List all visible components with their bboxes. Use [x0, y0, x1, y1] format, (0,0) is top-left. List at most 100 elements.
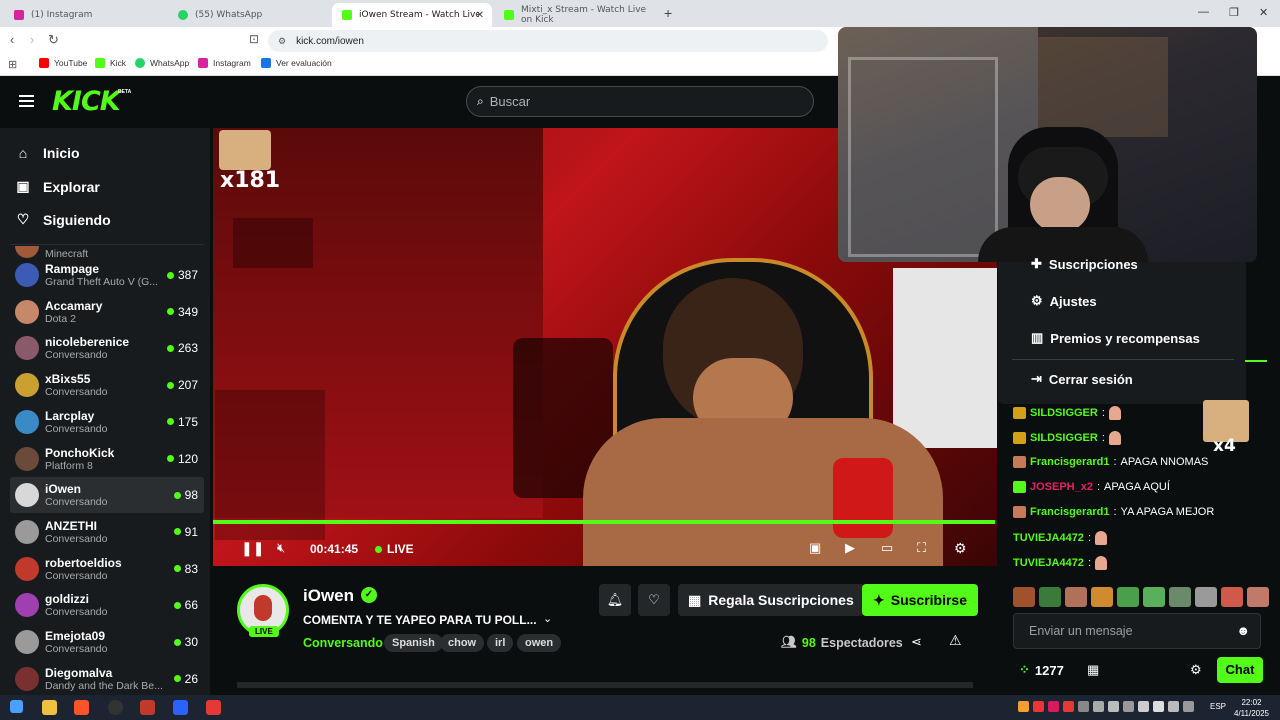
- emote-icon[interactable]: [1221, 587, 1243, 607]
- file-explorer-icon[interactable]: [42, 700, 57, 715]
- sidebar-channel[interactable]: robertoeldios Conversando 83: [10, 551, 204, 587]
- sidebar-channel[interactable]: nicoleberenice Conversando 263: [10, 330, 204, 366]
- emote-icon[interactable]: [1117, 587, 1139, 607]
- bookmark-whatsapp[interactable]: WhatsApp: [135, 58, 189, 68]
- emote-icon[interactable]: [1065, 587, 1087, 607]
- emote-icon[interactable]: [1247, 587, 1269, 607]
- notification-bell-button[interactable]: 🔔︎: [599, 584, 631, 616]
- app-icon[interactable]: [173, 700, 188, 715]
- tray-icon[interactable]: [1183, 701, 1194, 712]
- subscribe-button[interactable]: ✦ Suscribirse: [862, 584, 978, 616]
- menu-icon[interactable]: [19, 95, 34, 107]
- channel-points[interactable]: ⁘ 1277: [1019, 662, 1064, 678]
- tray-icon[interactable]: [1168, 701, 1179, 712]
- minimize-icon[interactable]: —: [1198, 6, 1209, 18]
- follow-heart-button[interactable]: ♡: [638, 584, 670, 616]
- tray-icon[interactable]: [1153, 701, 1164, 712]
- bookmark-kick[interactable]: Kick: [95, 58, 126, 68]
- menu-item-cerrar-sesion[interactable]: ⇥ Cerrar sesión: [1031, 371, 1133, 387]
- stream-category[interactable]: Conversando: [303, 636, 383, 650]
- sidebar-channel[interactable]: xBixs55 Conversando 207: [10, 367, 204, 403]
- chat-username[interactable]: SILDSIGGER: [1030, 407, 1098, 419]
- menu-item-suscripciones[interactable]: ✚ Suscripciones: [1031, 256, 1138, 272]
- settings-icon[interactable]: ⚙: [954, 540, 967, 557]
- sidebar-channel[interactable]: Rampage Grand Theft Auto V (G... 387: [10, 257, 204, 293]
- share-icon[interactable]: ⋖: [911, 634, 922, 650]
- close-tab-icon[interactable]: ✕: [476, 10, 484, 21]
- bookmark-evaluacion[interactable]: Ver evaluación: [261, 58, 332, 68]
- tray-icon[interactable]: [1138, 701, 1149, 712]
- forward-icon[interactable]: ›: [30, 32, 34, 47]
- fullscreen-icon[interactable]: ⛶: [917, 540, 926, 556]
- tray-icon[interactable]: [1123, 701, 1134, 712]
- progress-bar[interactable]: [213, 520, 997, 524]
- streamer-name[interactable]: iOwen: [303, 586, 354, 606]
- windows-start-icon[interactable]: [10, 700, 23, 713]
- sidebar-channel[interactable]: goldizzi Conversando 66: [10, 587, 204, 623]
- tab-whatsapp[interactable]: (55) WhatsApp: [168, 3, 332, 27]
- tray-icon[interactable]: [1108, 701, 1119, 712]
- emote-icon[interactable]: [1039, 587, 1061, 607]
- url-field[interactable]: ⚙ kick.com/iowen: [268, 30, 828, 52]
- gift-icon[interactable]: ▦: [1087, 662, 1099, 678]
- sidebar-channel[interactable]: Accamary Dota 2 349: [10, 294, 204, 330]
- chat-username[interactable]: SILDSIGGER: [1030, 432, 1098, 444]
- tray-icon[interactable]: [1018, 701, 1029, 712]
- kick-logo[interactable]: KICK: [52, 86, 121, 117]
- gift-subs-button[interactable]: ▦ Regala Suscripciones: [678, 584, 864, 616]
- nav-explorar[interactable]: ▣ Explorar: [16, 178, 99, 195]
- brave-browser-icon[interactable]: [74, 700, 89, 715]
- tag-chip[interactable]: chow: [440, 634, 485, 652]
- tray-icon[interactable]: [1063, 701, 1074, 712]
- search-input[interactable]: ⌕ Buscar: [466, 86, 814, 117]
- back-icon[interactable]: ‹: [10, 32, 14, 47]
- emote-icon[interactable]: [1195, 587, 1217, 607]
- picture-in-picture-icon[interactable]: ▣: [809, 540, 821, 556]
- app-icon[interactable]: [206, 700, 221, 715]
- chat-username[interactable]: TUVIEJA4472: [1013, 557, 1084, 569]
- menu-item-premios[interactable]: ▥ Premios y recompensas: [1031, 330, 1200, 346]
- tab-iowen[interactable]: iOwen Stream - Watch Live on Ki ✕: [332, 3, 492, 27]
- nav-siguiendo[interactable]: ♡ Siguiendo: [16, 211, 111, 228]
- tab-instagram[interactable]: (1) Instagram: [4, 3, 168, 27]
- emoji-icon[interactable]: ☻: [1236, 623, 1250, 638]
- emote-icon[interactable]: [1091, 587, 1113, 607]
- chat-message-input[interactable]: Enviar un mensaje ☻: [1013, 613, 1261, 649]
- tag-chip[interactable]: Spanish: [384, 634, 443, 652]
- emote-icon[interactable]: [1169, 587, 1191, 607]
- new-tab-icon[interactable]: +: [664, 5, 672, 21]
- sidebar-channel[interactable]: Diegomalva Dandy and the Dark Be... 26: [10, 661, 204, 695]
- report-icon[interactable]: ⚠: [949, 632, 962, 649]
- theater-mode-icon[interactable]: ▭: [881, 540, 893, 556]
- sidebar-channel[interactable]: iOwen Conversando 98: [10, 477, 204, 514]
- tab-mixti[interactable]: Mixti_x Stream - Watch Live on Kick: [494, 3, 660, 27]
- tag-chip[interactable]: irl: [487, 634, 514, 652]
- chevron-down-icon[interactable]: ⌄: [543, 612, 552, 625]
- clip-icon[interactable]: ▶: [845, 540, 855, 556]
- sidebar-channel[interactable]: Emejota09 Conversando 30: [10, 624, 204, 660]
- chat-username[interactable]: JOSEPH_x2: [1030, 481, 1093, 493]
- chat-username[interactable]: TUVIEJA4472: [1013, 532, 1084, 544]
- obs-icon[interactable]: [108, 700, 123, 715]
- language-indicator[interactable]: ESP: [1210, 702, 1226, 711]
- tag-chip[interactable]: owen: [517, 634, 562, 652]
- chat-username[interactable]: Francisgerard1: [1030, 506, 1109, 518]
- send-chat-button[interactable]: Chat: [1217, 657, 1263, 683]
- chat-username[interactable]: Francisgerard1: [1030, 456, 1109, 468]
- bookmark-icon[interactable]: ⊡: [249, 32, 259, 46]
- pause-icon[interactable]: ❚❚: [241, 540, 264, 557]
- system-clock[interactable]: 22:02 4/11/2025: [1234, 697, 1269, 719]
- tray-icon[interactable]: [1048, 701, 1059, 712]
- menu-item-ajustes[interactable]: ⚙ Ajustes: [1031, 293, 1097, 309]
- live-indicator[interactable]: LIVE: [375, 542, 414, 556]
- tray-icon[interactable]: [1093, 701, 1104, 712]
- emote-icon[interactable]: [1143, 587, 1165, 607]
- app-icon[interactable]: [140, 700, 155, 715]
- apps-grid-icon[interactable]: ⊞: [8, 58, 17, 71]
- mute-icon[interactable]: 🔇︎: [277, 540, 285, 556]
- gear-icon[interactable]: ⚙: [1190, 662, 1202, 678]
- tray-icon[interactable]: [1078, 701, 1089, 712]
- site-info-icon[interactable]: ⚙: [278, 36, 286, 47]
- close-window-icon[interactable]: ✕: [1259, 6, 1268, 19]
- tray-icon[interactable]: [1033, 701, 1044, 712]
